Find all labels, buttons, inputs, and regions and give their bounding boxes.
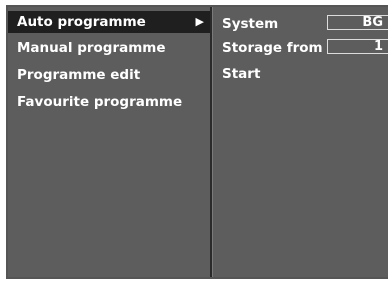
system-label: System: [222, 16, 279, 32]
main-menu-panel: Auto programme ▶ Manual programme Progra…: [8, 7, 212, 277]
menu-item-label: Manual programme: [17, 40, 166, 56]
panel-divider: [212, 7, 213, 277]
storage-from-label: Storage from: [222, 40, 323, 56]
tv-setup-menu: Auto programme ▶ Manual programme Progra…: [6, 5, 388, 279]
menu-item-programme-edit[interactable]: Programme edit: [8, 64, 210, 86]
menu-item-favourite-programme[interactable]: Favourite programme: [8, 91, 210, 113]
menu-item-auto-programme[interactable]: Auto programme ▶: [8, 11, 210, 33]
menu-item-label: Programme edit: [17, 67, 141, 83]
storage-from-value[interactable]: 1: [327, 39, 388, 54]
menu-item-label: Favourite programme: [17, 94, 183, 110]
start-label: Start: [222, 66, 261, 82]
menu-item-label: Auto programme: [17, 14, 146, 30]
menu-item-manual-programme[interactable]: Manual programme: [8, 37, 210, 59]
system-value[interactable]: BG: [327, 15, 388, 30]
arrow-right-icon: ▶: [195, 15, 204, 28]
